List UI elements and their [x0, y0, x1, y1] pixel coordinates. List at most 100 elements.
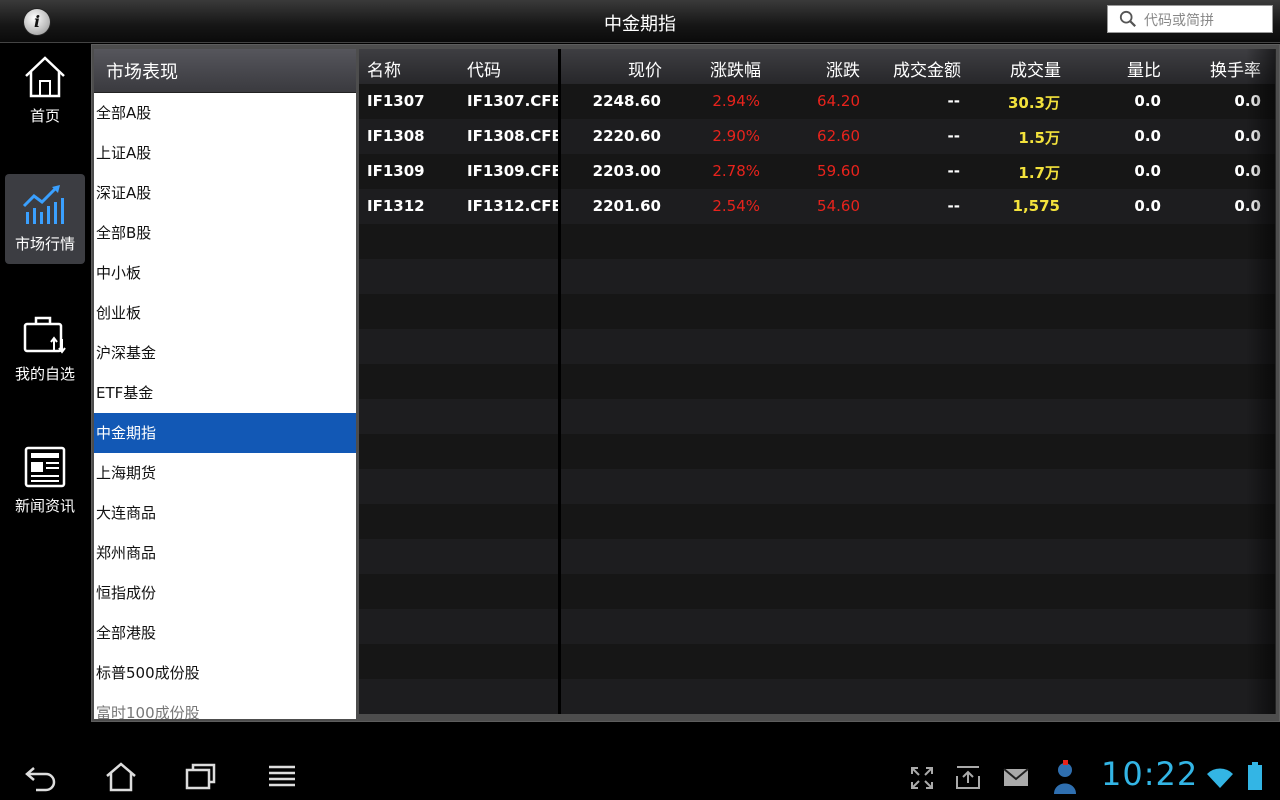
title-bar: i 中金期指 代码或简拼	[0, 0, 1280, 43]
home-nav-icon[interactable]	[104, 760, 138, 792]
category-item-selected[interactable]: 中金期指	[94, 413, 356, 453]
category-item[interactable]: 富时100成份股	[94, 693, 356, 719]
empty-row	[359, 504, 1275, 539]
category-header-label: 市场表现	[106, 62, 178, 83]
cell-price: 2201.60	[592, 197, 661, 215]
list-fade	[94, 93, 356, 101]
mail-icon[interactable]	[1003, 766, 1029, 788]
nav-label-home: 首页	[29, 107, 60, 125]
category-item[interactable]: 恒指成份	[94, 573, 356, 613]
status-clock: 10:22	[1101, 755, 1199, 793]
category-item[interactable]: 上证A股	[94, 133, 356, 173]
cell-change: 62.60	[817, 127, 860, 145]
quote-row-3[interactable]: IF1309 IF1309.CFE 2203.00 2.78% 59.60 --…	[359, 154, 1275, 189]
cell-volume: 1.5万	[1018, 129, 1060, 147]
category-item[interactable]: 上海期货	[94, 453, 356, 493]
column-header-ratio[interactable]: 量比	[1127, 56, 1161, 81]
quote-row-2[interactable]: IF1308 IF1308.CFE 2220.60 2.90% 62.60 --…	[359, 119, 1275, 154]
frozen-column-divider	[558, 49, 561, 714]
empty-row	[359, 539, 1275, 574]
cell-change-pct: 2.90%	[712, 127, 760, 145]
cell-change-pct: 2.94%	[712, 92, 760, 110]
nav-label-portfolio: 我的自选	[14, 365, 75, 383]
empty-row	[359, 574, 1275, 609]
cell-name: IF1308	[367, 127, 425, 145]
cell-amount: --	[947, 127, 960, 145]
column-header-amount[interactable]: 成交金额	[893, 56, 961, 81]
category-item[interactable]: 全部港股	[94, 613, 356, 653]
cell-turnover: 0.0	[1234, 127, 1261, 145]
column-header-turnover[interactable]: 换手率	[1210, 56, 1261, 81]
quote-row-4[interactable]: IF1312 IF1312.CFE 2201.60 2.54% 54.60 --…	[359, 189, 1275, 224]
fullscreen-icon[interactable]	[910, 766, 934, 790]
left-nav: 首页 市场行情 我的自选 新闻资讯	[0, 44, 90, 720]
empty-row	[359, 364, 1275, 399]
search-icon	[1119, 10, 1136, 27]
cell-name: IF1309	[367, 162, 425, 180]
cell-price: 2203.00	[592, 162, 661, 180]
back-icon[interactable]	[24, 760, 58, 792]
empty-row	[359, 679, 1275, 714]
cell-volume: 1.7万	[1018, 164, 1060, 182]
nav-portfolio[interactable]: 我的自选	[5, 304, 85, 394]
empty-row	[359, 434, 1275, 469]
cell-turnover: 0.0	[1234, 197, 1261, 215]
cell-turnover: 0.0	[1234, 92, 1261, 110]
category-item[interactable]: 全部B股	[94, 213, 356, 253]
search-input[interactable]: 代码或简拼	[1107, 5, 1273, 33]
cell-change-pct: 2.54%	[712, 197, 760, 215]
cell-change: 64.20	[817, 92, 860, 110]
cell-name: IF1312	[367, 197, 425, 215]
cell-code: IF1309.CFE	[467, 162, 562, 180]
column-header-price[interactable]: 现价	[628, 56, 662, 81]
empty-row	[359, 329, 1275, 364]
quote-table[interactable]: 名称 代码 现价 涨跌幅 涨跌 成交金额 成交量 量比 换手率 IF1307 I…	[359, 49, 1275, 714]
quote-row-1[interactable]: IF1307 IF1307.CFE 2248.60 2.94% 64.20 --…	[359, 84, 1275, 119]
cell-amount: --	[947, 92, 960, 110]
recent-apps-icon[interactable]	[184, 760, 218, 792]
cell-change: 54.60	[817, 197, 860, 215]
cell-ratio: 0.0	[1134, 162, 1161, 180]
empty-row	[359, 469, 1275, 504]
menu-icon[interactable]	[266, 760, 298, 792]
category-item[interactable]: 创业板	[94, 293, 356, 333]
category-item[interactable]: 大连商品	[94, 493, 356, 533]
column-header-change[interactable]: 涨跌	[826, 56, 860, 81]
cell-change-pct: 2.78%	[712, 162, 760, 180]
empty-row	[359, 294, 1275, 329]
cell-change: 59.60	[817, 162, 860, 180]
search-placeholder: 代码或简拼	[1144, 13, 1214, 29]
nav-market[interactable]: 市场行情	[5, 174, 85, 264]
column-header-change-pct[interactable]: 涨跌幅	[710, 56, 761, 81]
cell-ratio: 0.0	[1134, 127, 1161, 145]
empty-row	[359, 609, 1275, 644]
news-icon	[24, 446, 66, 488]
category-item[interactable]: 中小板	[94, 253, 356, 293]
column-header-code[interactable]: 代码	[467, 56, 501, 81]
category-item[interactable]: 沪深基金	[94, 333, 356, 373]
cell-ratio: 0.0	[1134, 197, 1161, 215]
nav-news[interactable]: 新闻资讯	[5, 436, 85, 526]
category-header: 市场表现	[94, 49, 356, 93]
wifi-icon	[1207, 768, 1233, 788]
cell-amount: --	[947, 197, 960, 215]
column-header-name[interactable]: 名称	[367, 56, 401, 81]
battery-icon	[1248, 762, 1262, 790]
cell-volume: 30.3万	[1007, 94, 1060, 112]
category-item[interactable]: 郑州商品	[94, 533, 356, 573]
category-item[interactable]: ETF基金	[94, 373, 356, 413]
cell-price: 2248.60	[592, 92, 661, 110]
avatar-icon[interactable]	[1052, 760, 1078, 794]
category-item[interactable]: 标普500成份股	[94, 653, 356, 693]
category-item[interactable]: 深证A股	[94, 173, 356, 213]
category-list[interactable]: 全部A股 上证A股 深证A股 全部B股 中小板 创业板 沪深基金 ETF基金 中…	[94, 93, 356, 719]
nav-home[interactable]: 首页	[5, 46, 85, 136]
portfolio-icon	[23, 316, 66, 354]
nav-label-news: 新闻资讯	[14, 497, 75, 515]
home-icon	[25, 56, 65, 98]
download-icon[interactable]	[955, 764, 981, 790]
market-chart-icon	[22, 185, 64, 224]
empty-row	[359, 224, 1275, 259]
column-header-volume[interactable]: 成交量	[1010, 56, 1061, 81]
cell-ratio: 0.0	[1134, 92, 1161, 110]
